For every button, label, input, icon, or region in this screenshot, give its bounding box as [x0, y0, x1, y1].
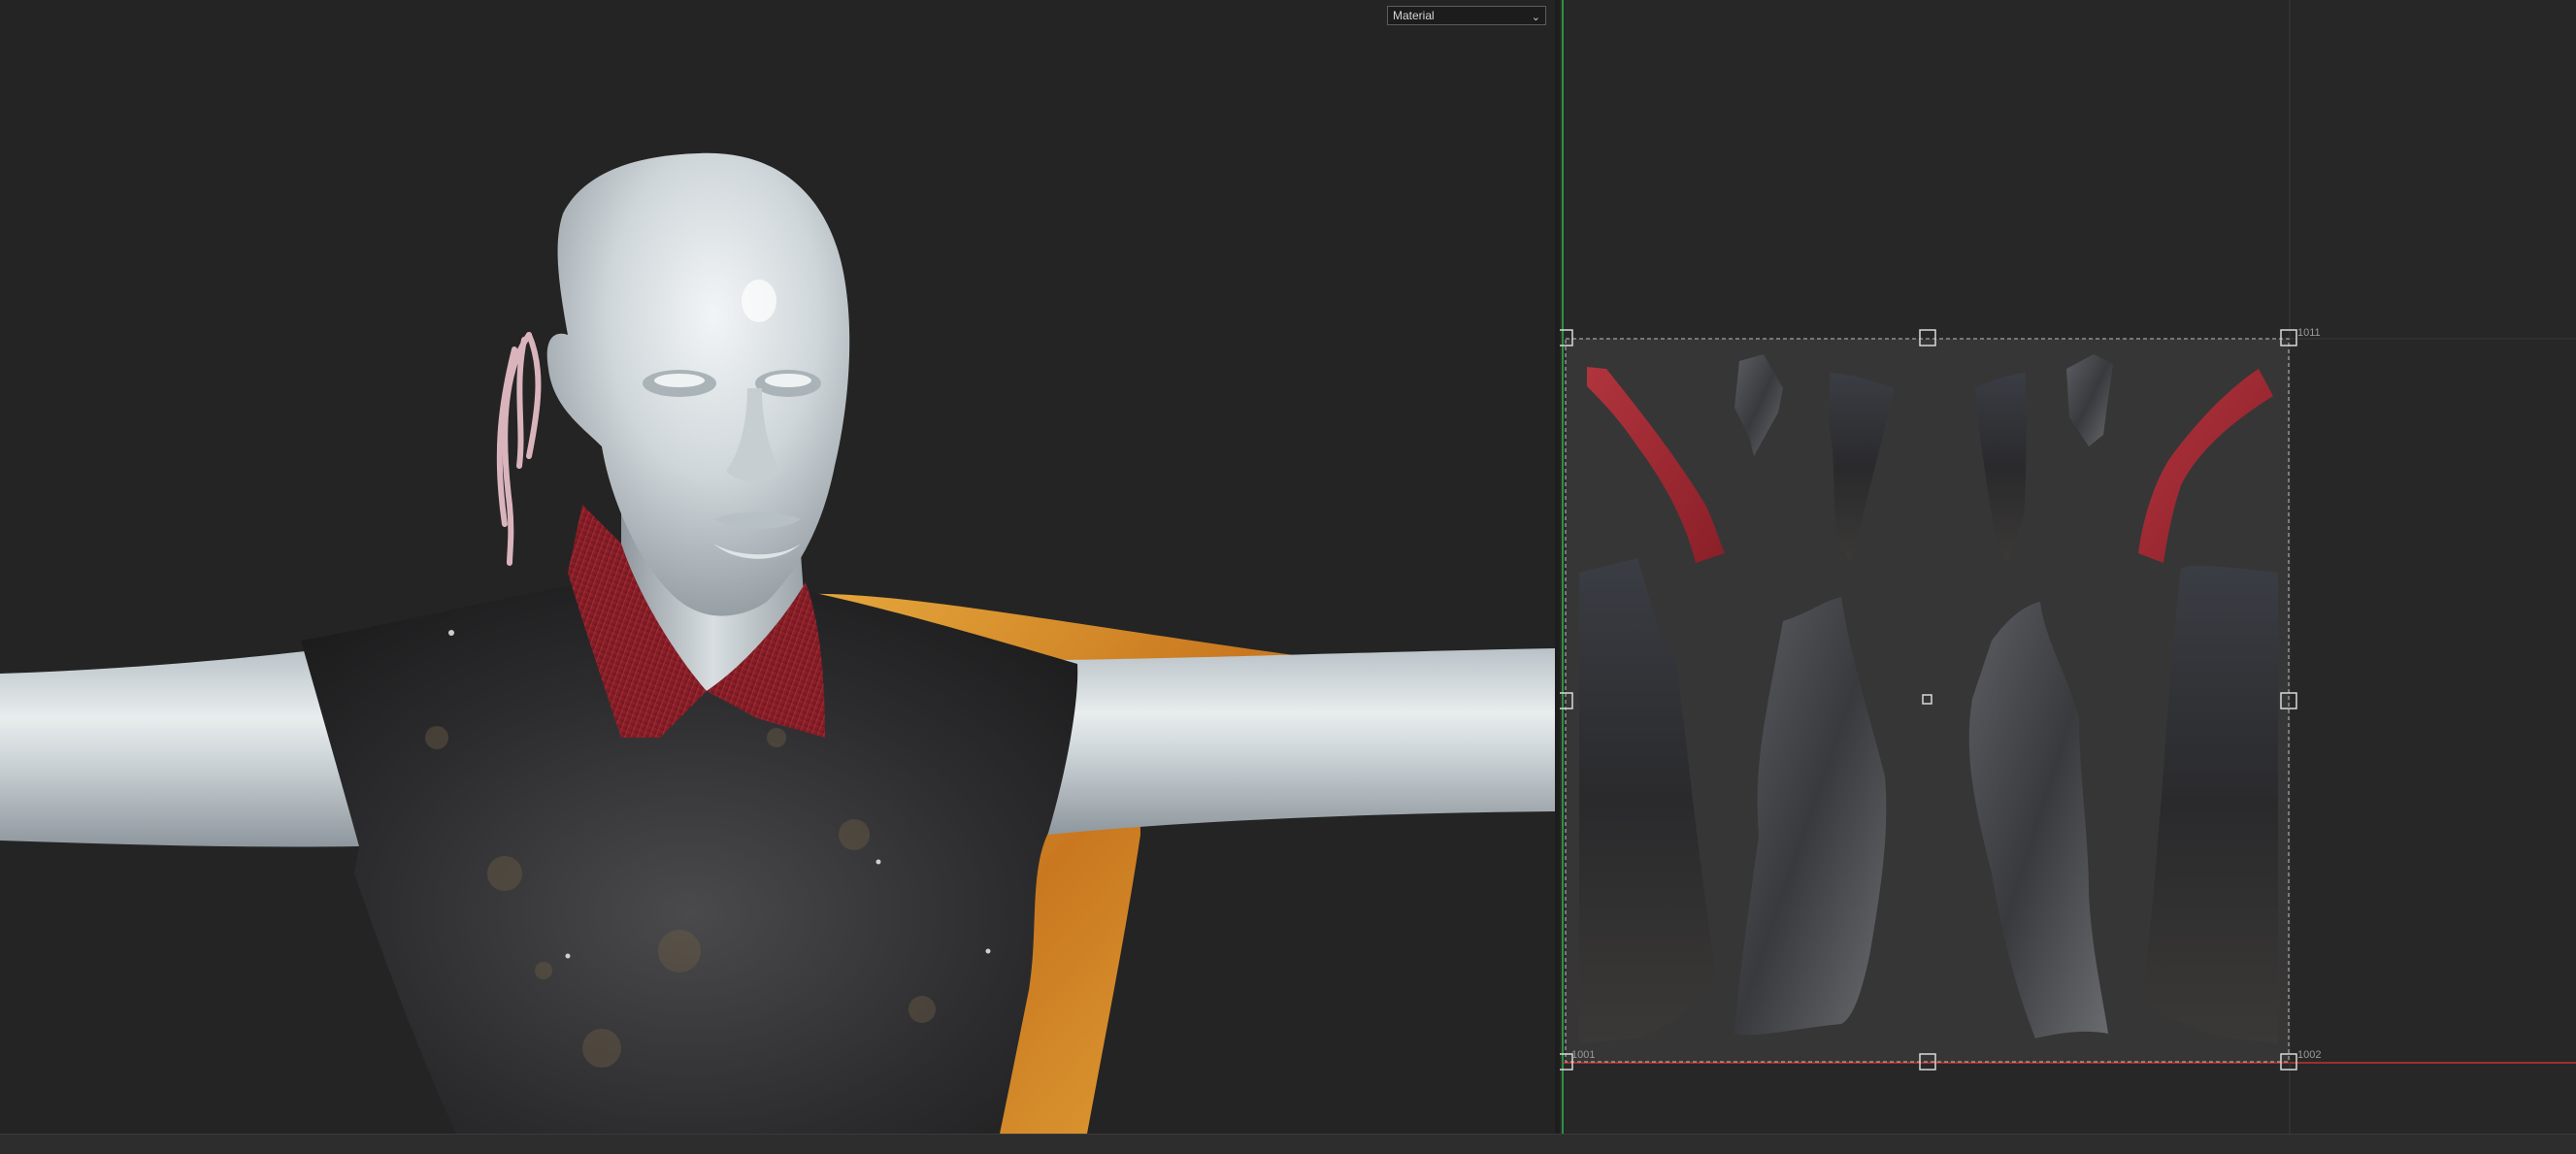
- shading-mode-dropdown[interactable]: Material ⌄: [1387, 6, 1546, 25]
- hair-strands: [496, 332, 542, 566]
- right-arm: [1029, 648, 1555, 835]
- uv-tile-label-right-neighbor: 1002: [2297, 1049, 2321, 1061]
- uv-tile-label-top-neighbor: 1011: [2297, 327, 2321, 339]
- scene-render: [0, 152, 1555, 1134]
- chevron-down-icon: ⌄: [1531, 12, 1540, 23]
- shading-mode-value: Material: [1393, 9, 1435, 22]
- uv-canvas: 1001 1011 1002: [1560, 0, 2576, 1134]
- uv-tile-label: 1001: [1571, 1049, 1595, 1061]
- viewport-2d-uv[interactable]: 1001 1011 1002: [1560, 0, 2576, 1134]
- status-bar: [0, 1134, 2576, 1154]
- left-arm: [0, 648, 359, 847]
- viewport-3d[interactable]: Material ⌄: [0, 0, 1555, 1134]
